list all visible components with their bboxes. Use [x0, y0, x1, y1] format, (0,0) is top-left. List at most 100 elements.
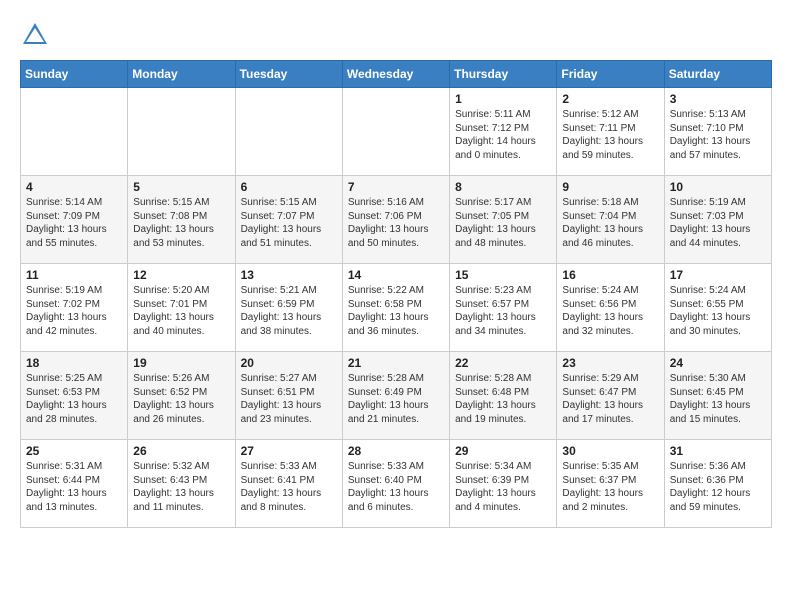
calendar-cell: 26 Sunrise: 5:32 AM Sunset: 6:43 PM Dayli…	[128, 440, 235, 528]
calendar-cell: 6 Sunrise: 5:15 AM Sunset: 7:07 PM Daylig…	[235, 176, 342, 264]
day-number: 7	[348, 180, 444, 194]
day-number: 22	[455, 356, 551, 370]
day-number: 25	[26, 444, 122, 458]
weekday-header-saturday: Saturday	[664, 61, 771, 88]
calendar-cell: 27 Sunrise: 5:33 AM Sunset: 6:41 PM Dayli…	[235, 440, 342, 528]
calendar-cell: 23 Sunrise: 5:29 AM Sunset: 6:47 PM Dayli…	[557, 352, 664, 440]
calendar-cell: 17 Sunrise: 5:24 AM Sunset: 6:55 PM Dayli…	[664, 264, 771, 352]
day-number: 17	[670, 268, 766, 282]
day-number: 20	[241, 356, 337, 370]
calendar-cell: 31 Sunrise: 5:36 AM Sunset: 6:36 PM Dayli…	[664, 440, 771, 528]
day-info: Sunrise: 5:28 AM Sunset: 6:49 PM Dayligh…	[348, 372, 444, 426]
day-info: Sunrise: 5:31 AM Sunset: 6:44 PM Dayligh…	[26, 460, 122, 514]
day-number: 18	[26, 356, 122, 370]
day-number: 29	[455, 444, 551, 458]
day-number: 2	[562, 92, 658, 106]
day-info: Sunrise: 5:11 AM Sunset: 7:12 PM Dayligh…	[455, 108, 551, 162]
calendar-cell: 20 Sunrise: 5:27 AM Sunset: 6:51 PM Dayli…	[235, 352, 342, 440]
day-info: Sunrise: 5:19 AM Sunset: 7:02 PM Dayligh…	[26, 284, 122, 338]
day-number: 16	[562, 268, 658, 282]
calendar-cell: 4Sunrise: 5:14 AM Sunset: 7:09 PM Daylig…	[21, 176, 128, 264]
day-info: Sunrise: 5:33 AM Sunset: 6:40 PM Dayligh…	[348, 460, 444, 514]
day-number: 13	[241, 268, 337, 282]
day-number: 9	[562, 180, 658, 194]
calendar-cell: 30 Sunrise: 5:35 AM Sunset: 6:37 PM Dayli…	[557, 440, 664, 528]
day-number: 10	[670, 180, 766, 194]
day-info: Sunrise: 5:15 AM Sunset: 7:08 PM Dayligh…	[133, 196, 229, 250]
day-number: 28	[348, 444, 444, 458]
day-number: 26	[133, 444, 229, 458]
calendar-cell	[342, 88, 449, 176]
calendar-cell	[21, 88, 128, 176]
day-info: Sunrise: 5:16 AM Sunset: 7:06 PM Dayligh…	[348, 196, 444, 250]
day-info: Sunrise: 5:28 AM Sunset: 6:48 PM Dayligh…	[455, 372, 551, 426]
day-number: 27	[241, 444, 337, 458]
calendar-cell: 2 Sunrise: 5:12 AM Sunset: 7:11 PM Daylig…	[557, 88, 664, 176]
day-number: 3	[670, 92, 766, 106]
day-info: Sunrise: 5:21 AM Sunset: 6:59 PM Dayligh…	[241, 284, 337, 338]
day-info: Sunrise: 5:12 AM Sunset: 7:11 PM Dayligh…	[562, 108, 658, 162]
calendar-cell	[235, 88, 342, 176]
week-row-5: 25 Sunrise: 5:31 AM Sunset: 6:44 PM Dayli…	[21, 440, 772, 528]
day-number: 6	[241, 180, 337, 194]
day-number: 12	[133, 268, 229, 282]
weekday-header-tuesday: Tuesday	[235, 61, 342, 88]
weekday-header-friday: Friday	[557, 61, 664, 88]
calendar-cell: 13 Sunrise: 5:21 AM Sunset: 6:59 PM Dayli…	[235, 264, 342, 352]
day-number: 21	[348, 356, 444, 370]
calendar-cell: 10Sunrise: 5:19 AM Sunset: 7:03 PM Dayli…	[664, 176, 771, 264]
day-info: Sunrise: 5:25 AM Sunset: 6:53 PM Dayligh…	[26, 372, 122, 426]
day-info: Sunrise: 5:33 AM Sunset: 6:41 PM Dayligh…	[241, 460, 337, 514]
calendar-cell: 3 Sunrise: 5:13 AM Sunset: 7:10 PM Daylig…	[664, 88, 771, 176]
day-info: Sunrise: 5:15 AM Sunset: 7:07 PM Dayligh…	[241, 196, 337, 250]
calendar-cell: 18 Sunrise: 5:25 AM Sunset: 6:53 PM Dayli…	[21, 352, 128, 440]
day-info: Sunrise: 5:22 AM Sunset: 6:58 PM Dayligh…	[348, 284, 444, 338]
calendar-cell: 19Sunrise: 5:26 AM Sunset: 6:52 PM Dayli…	[128, 352, 235, 440]
day-info: Sunrise: 5:24 AM Sunset: 6:56 PM Dayligh…	[562, 284, 658, 338]
day-info: Sunrise: 5:20 AM Sunset: 7:01 PM Dayligh…	[133, 284, 229, 338]
calendar-cell: 12 Sunrise: 5:20 AM Sunset: 7:01 PM Dayli…	[128, 264, 235, 352]
calendar-cell: 25 Sunrise: 5:31 AM Sunset: 6:44 PM Dayli…	[21, 440, 128, 528]
day-number: 24	[670, 356, 766, 370]
day-number: 31	[670, 444, 766, 458]
logo	[20, 20, 54, 50]
calendar-cell: 7 Sunrise: 5:16 AM Sunset: 7:06 PM Daylig…	[342, 176, 449, 264]
day-info: Sunrise: 5:13 AM Sunset: 7:10 PM Dayligh…	[670, 108, 766, 162]
day-number: 5	[133, 180, 229, 194]
day-info: Sunrise: 5:17 AM Sunset: 7:05 PM Dayligh…	[455, 196, 551, 250]
day-number: 14	[348, 268, 444, 282]
weekday-header-thursday: Thursday	[450, 61, 557, 88]
calendar-cell: 28 Sunrise: 5:33 AM Sunset: 6:40 PM Dayli…	[342, 440, 449, 528]
week-row-3: 11 Sunrise: 5:19 AM Sunset: 7:02 PM Dayli…	[21, 264, 772, 352]
calendar-cell: 29Sunrise: 5:34 AM Sunset: 6:39 PM Dayli…	[450, 440, 557, 528]
day-info: Sunrise: 5:32 AM Sunset: 6:43 PM Dayligh…	[133, 460, 229, 514]
weekday-header-monday: Monday	[128, 61, 235, 88]
day-info: Sunrise: 5:35 AM Sunset: 6:37 PM Dayligh…	[562, 460, 658, 514]
page-header	[20, 20, 772, 50]
weekday-row: SundayMondayTuesdayWednesdayThursdayFrid…	[21, 61, 772, 88]
day-info: Sunrise: 5:24 AM Sunset: 6:55 PM Dayligh…	[670, 284, 766, 338]
day-number: 30	[562, 444, 658, 458]
calendar-cell: 16 Sunrise: 5:24 AM Sunset: 6:56 PM Dayli…	[557, 264, 664, 352]
day-number: 4	[26, 180, 122, 194]
calendar-cell: 11 Sunrise: 5:19 AM Sunset: 7:02 PM Dayli…	[21, 264, 128, 352]
day-info: Sunrise: 5:26 AM Sunset: 6:52 PM Dayligh…	[133, 372, 229, 426]
day-info: Sunrise: 5:36 AM Sunset: 6:36 PM Dayligh…	[670, 460, 766, 514]
weekday-header-sunday: Sunday	[21, 61, 128, 88]
day-info: Sunrise: 5:18 AM Sunset: 7:04 PM Dayligh…	[562, 196, 658, 250]
calendar-cell: 5 Sunrise: 5:15 AM Sunset: 7:08 PM Daylig…	[128, 176, 235, 264]
calendar-cell: 22 Sunrise: 5:28 AM Sunset: 6:48 PM Dayli…	[450, 352, 557, 440]
day-info: Sunrise: 5:29 AM Sunset: 6:47 PM Dayligh…	[562, 372, 658, 426]
day-info: Sunrise: 5:27 AM Sunset: 6:51 PM Dayligh…	[241, 372, 337, 426]
week-row-4: 18 Sunrise: 5:25 AM Sunset: 6:53 PM Dayli…	[21, 352, 772, 440]
day-number: 23	[562, 356, 658, 370]
calendar-cell: 24 Sunrise: 5:30 AM Sunset: 6:45 PM Dayli…	[664, 352, 771, 440]
day-number: 11	[26, 268, 122, 282]
day-number: 8	[455, 180, 551, 194]
calendar-table: SundayMondayTuesdayWednesdayThursdayFrid…	[20, 60, 772, 528]
day-number: 15	[455, 268, 551, 282]
calendar-body: 1Sunrise: 5:11 AM Sunset: 7:12 PM Daylig…	[21, 88, 772, 528]
day-info: Sunrise: 5:30 AM Sunset: 6:45 PM Dayligh…	[670, 372, 766, 426]
calendar-cell: 14 Sunrise: 5:22 AM Sunset: 6:58 PM Dayli…	[342, 264, 449, 352]
week-row-2: 4Sunrise: 5:14 AM Sunset: 7:09 PM Daylig…	[21, 176, 772, 264]
